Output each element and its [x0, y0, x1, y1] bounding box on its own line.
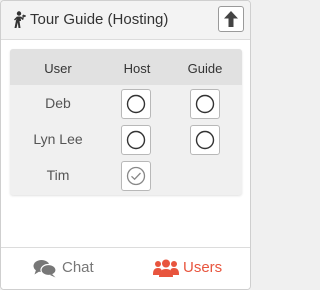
column-header-guide: Guide: [187, 61, 223, 76]
tab-users[interactable]: Users: [126, 248, 250, 289]
radio-unchecked-icon: [126, 94, 146, 114]
panel-title: Tour Guide (Hosting): [30, 11, 169, 28]
tab-users-label: Users: [183, 259, 223, 276]
move-up-button[interactable]: [218, 6, 244, 32]
tour-guide-panel: Tour Guide (Hosting) User Host Guide Deb: [0, 0, 251, 290]
host-radio-button[interactable]: [121, 125, 151, 155]
column-header-host: Host: [123, 61, 151, 76]
host-radio-button[interactable]: [121, 89, 151, 119]
users-icon: [153, 259, 179, 277]
host-radio-button-checked[interactable]: [121, 161, 151, 191]
radio-unchecked-icon: [195, 130, 215, 150]
user-name: Lyn Lee: [33, 131, 83, 147]
radio-checked-icon: [126, 166, 146, 186]
tour-guide-icon: [10, 11, 27, 29]
guide-radio-button[interactable]: [190, 125, 220, 155]
tab-chat-label: Chat: [62, 259, 94, 276]
panel-header: Tour Guide (Hosting): [1, 1, 250, 40]
table-row: Lyn Lee: [10, 122, 242, 158]
user-name: Deb: [45, 95, 71, 111]
column-header-user: User: [44, 61, 72, 76]
table-header: User Host Guide: [10, 49, 242, 85]
tab-chat[interactable]: Chat: [1, 248, 125, 289]
user-roles-table: User Host Guide Deb Lyn Lee Tim: [10, 49, 242, 195]
table-row: Tim: [10, 158, 242, 194]
chat-icon: [33, 260, 57, 278]
radio-unchecked-icon: [195, 94, 215, 114]
guide-radio-button[interactable]: [190, 89, 220, 119]
radio-unchecked-icon: [126, 130, 146, 150]
user-name: Tim: [46, 167, 70, 183]
footer-tabs: Chat Users: [1, 247, 250, 289]
table-row: Deb: [10, 86, 242, 122]
